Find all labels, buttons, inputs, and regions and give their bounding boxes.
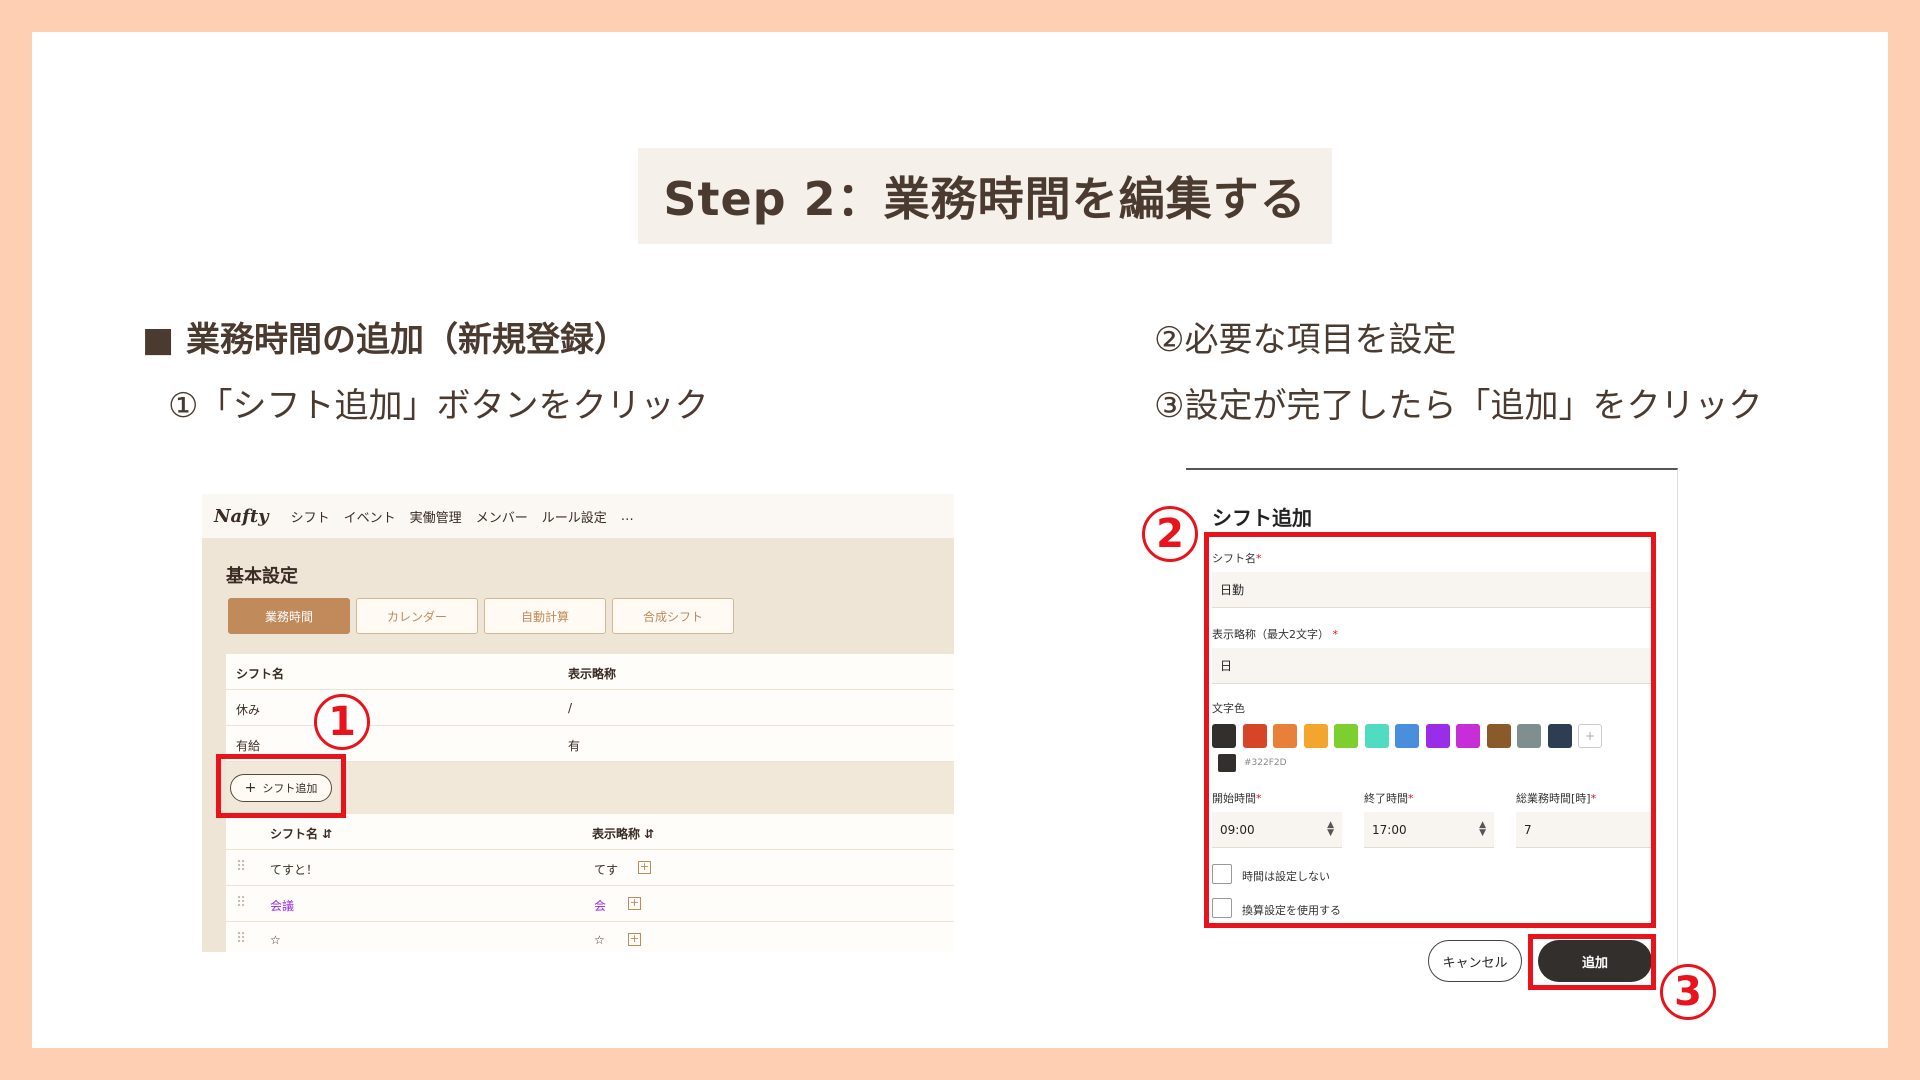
nav-item-event[interactable]: イベント xyxy=(344,507,396,526)
expand-icon[interactable]: + xyxy=(628,897,641,910)
title-box: Step 2：業務時間を編集する xyxy=(638,148,1332,244)
tab-calendar[interactable]: カレンダー xyxy=(356,598,478,634)
settings-title: 基本設定 xyxy=(226,566,298,587)
highlight-box-1 xyxy=(216,754,346,818)
cell-abbr: 会 xyxy=(594,899,607,913)
expand-icon[interactable]: + xyxy=(628,933,641,946)
table-row[interactable]: ⠿ 会議 会 + xyxy=(226,886,954,922)
nav-item-shift[interactable]: シフト xyxy=(291,507,330,526)
cell-abbr: ☆ xyxy=(594,933,605,947)
col-abbr: 表示略称 xyxy=(568,667,617,681)
nav-item-work[interactable]: 実働管理 xyxy=(410,507,462,526)
highlight-box-2 xyxy=(1204,532,1656,928)
drag-handle-icon[interactable]: ⠿ xyxy=(236,931,246,947)
col-shift-name: シフト名 xyxy=(236,667,285,681)
cancel-button[interactable]: キャンセル xyxy=(1428,940,1522,982)
cell-abbr: てす xyxy=(594,863,619,877)
table2-header: シフト名 ⇵ 表示略称 ⇵ xyxy=(226,814,954,850)
marker-2: 2 xyxy=(1142,506,1198,562)
slide: Step 2：業務時間を編集する ■ 業務時間の追加（新規登録） ①「シフト追加… xyxy=(32,32,1888,1048)
highlight-box-3 xyxy=(1528,934,1656,990)
table-header: シフト名 表示略称 xyxy=(226,654,954,690)
tab-auto-calc[interactable]: 自動計算 xyxy=(484,598,606,634)
table-row[interactable]: ⠿ ☆ ☆ + xyxy=(226,922,954,952)
cell-name: 休み xyxy=(236,703,261,717)
drag-handle-icon[interactable]: ⠿ xyxy=(236,895,246,911)
step1-text: ①「シフト追加」ボタンをクリック xyxy=(168,386,709,426)
drag-handle-icon[interactable]: ⠿ xyxy=(236,859,246,875)
cell-name: 会議 xyxy=(270,899,295,913)
nav-more-icon[interactable]: … xyxy=(621,509,634,524)
nav-item-rules[interactable]: ルール設定 xyxy=(542,507,607,526)
col-abbr-sort[interactable]: 表示略称 ⇵ xyxy=(592,825,654,842)
cell-abbr: 有 xyxy=(568,739,581,753)
expand-icon[interactable]: + xyxy=(638,861,651,874)
step2-text: ②必要な項目を設定 xyxy=(1154,320,1457,360)
col-shift-name-sort[interactable]: シフト名 ⇵ xyxy=(270,825,332,842)
page-title: Step 2：業務時間を編集する xyxy=(663,172,1307,226)
settings-panel: 基本設定 業務時間 カレンダー 自動計算 合成シフト シフト名 表示略称 休み … xyxy=(202,538,954,952)
cell-name: てすと！ xyxy=(270,863,319,877)
marker-1: 1 xyxy=(314,694,370,750)
section-heading: ■ 業務時間の追加（新規登録） xyxy=(142,320,628,360)
table-row[interactable]: ⠿ てすと！ てす + xyxy=(226,850,954,886)
cell-abbr: / xyxy=(568,701,573,715)
nav-item-member[interactable]: メンバー xyxy=(476,507,528,526)
tab-work-hours[interactable]: 業務時間 xyxy=(228,598,350,634)
step3-text: ③設定が完了したら「追加」をクリック xyxy=(1154,386,1763,426)
cell-name: 有給 xyxy=(236,739,261,753)
cell-name: ☆ xyxy=(270,933,281,947)
marker-3: 3 xyxy=(1660,964,1716,1020)
nav-bar: Nafty シフト イベント 実働管理 メンバー ルール設定 … xyxy=(202,494,954,538)
dialog-title: シフト追加 xyxy=(1212,506,1312,530)
app-logo: Nafty xyxy=(214,505,269,527)
tab-composite-shift[interactable]: 合成シフト xyxy=(612,598,734,634)
